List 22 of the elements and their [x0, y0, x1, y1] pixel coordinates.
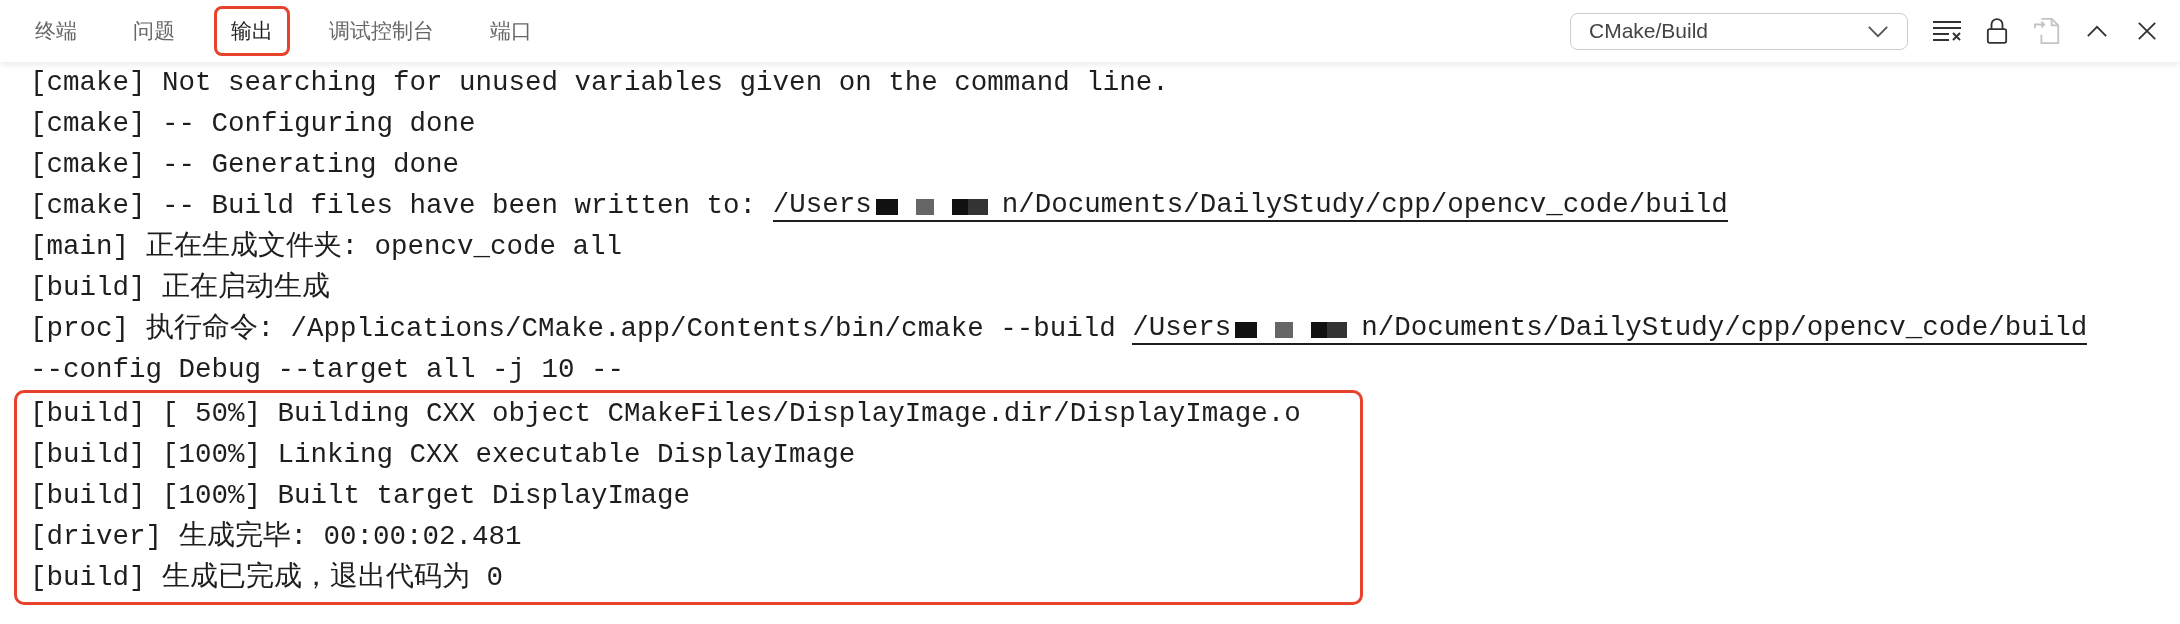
path-link[interactable]: /Users n/Documents/DailyStudy/cpp/opencv_code/build — [772, 189, 1728, 222]
panel-tab[interactable]: 调试控制台 — [312, 6, 451, 56]
panel-tab[interactable]: 问题 — [116, 6, 192, 56]
output-line: [build] 生成已完成，退出代码为 0 — [30, 560, 504, 595]
panel-tab[interactable]: 终端 — [18, 6, 94, 56]
output-line: [build] 正在启动生成 — [30, 270, 331, 305]
output-line: [cmake] -- Generating done — [30, 148, 460, 182]
path-link[interactable]: /Users n/Documents/DailyStudy/cpp/opencv_code/build — [1132, 312, 2088, 345]
output-line: [build] [100%] Built target DisplayImage — [30, 479, 691, 513]
chevron-down-icon — [1867, 24, 1889, 38]
output-line: [proc] 执行命令: /Applications/CMake.app/Contents/bin/cmake --build — [30, 312, 1117, 346]
output-line: [cmake] -- Build files have been written to: — [30, 189, 758, 223]
panel-tab[interactable]: 端口 — [473, 6, 549, 56]
output-line: [cmake] Not searching for unused variables given on the command line. — [30, 66, 1169, 100]
output-line: [cmake] -- Configuring done — [30, 107, 476, 141]
output-channel-dropdown[interactable]: CMake/Build — [1570, 12, 1908, 50]
output-line: [driver] 生成完毕: 00:00:02.481 — [30, 519, 522, 554]
output-line: [build] [ 50%] Building CXX object CMakeFiles/DisplayImage.dir/DisplayImage.o — [30, 397, 1301, 431]
panel-tab[interactable]: 输出 — [214, 6, 290, 56]
output-line: [main] 正在生成文件夹: opencv_code all — [30, 229, 623, 264]
output-line: [build] [100%] Linking CXX executable DisplayImage — [30, 438, 856, 472]
output-line: --config Debug --target all -j 10 -- — [30, 353, 625, 387]
